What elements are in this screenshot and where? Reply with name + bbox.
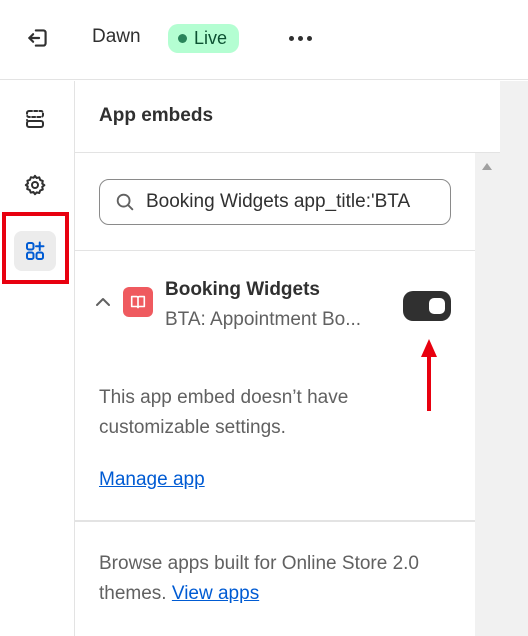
app-name: Booking Widgets [165,279,320,300]
sections-icon [26,110,44,128]
panel-header: App embeds [75,81,500,153]
page-scrollbar[interactable] [500,81,528,636]
view-apps-link[interactable]: View apps [172,583,259,604]
browse-apps-text: Browse apps built for Online Store 2.0 t… [99,549,469,609]
search-icon [116,193,134,211]
app-embed-toggle[interactable] [403,291,451,321]
chevron-up-icon[interactable] [93,292,113,312]
search-input[interactable]: Booking Widgets app_title:'BTA [99,179,451,225]
theme-name: Dawn [92,26,141,47]
toggle-knob [429,298,445,314]
panel-scrollbar[interactable] [475,153,500,636]
rail-item-sections[interactable] [14,99,56,139]
gear-icon [24,174,46,196]
scroll-up-arrow-icon[interactable] [482,163,492,170]
dot-icon [297,35,303,41]
app-embed-item: Booking Widgets BTA: Appointment Bo... T… [75,251,475,521]
manage-app-link[interactable]: Manage app [99,469,205,491]
app-logo [123,287,153,317]
app-embed-subtitle: BTA: Appointment Bo... [165,309,362,330]
annotation-highlight-box [2,212,69,284]
search-input-value: Booking Widgets app_title:'BTA [146,191,411,212]
left-rail [0,81,75,636]
rail-item-theme-settings[interactable] [14,165,56,205]
top-bar: Dawn Live [0,0,528,80]
dot-icon [306,35,312,41]
more-actions-button[interactable] [282,22,318,54]
live-label: Live [194,28,228,48]
app-embeds-panel: App embeds Booking Widgets app_title:'BT… [75,81,500,636]
panel-title: App embeds [99,105,214,126]
exit-icon [28,29,47,47]
divider [75,520,475,522]
booking-book-icon [130,295,146,309]
live-dot-icon [178,34,187,43]
live-status-badge: Live [168,24,240,53]
embed-note: This app embed doesn’t have customizable… [99,387,349,438]
panel-content: Booking Widgets app_title:'BTA Booking W… [75,153,475,636]
exit-editor-button[interactable] [18,20,58,56]
dot-icon [288,35,294,41]
